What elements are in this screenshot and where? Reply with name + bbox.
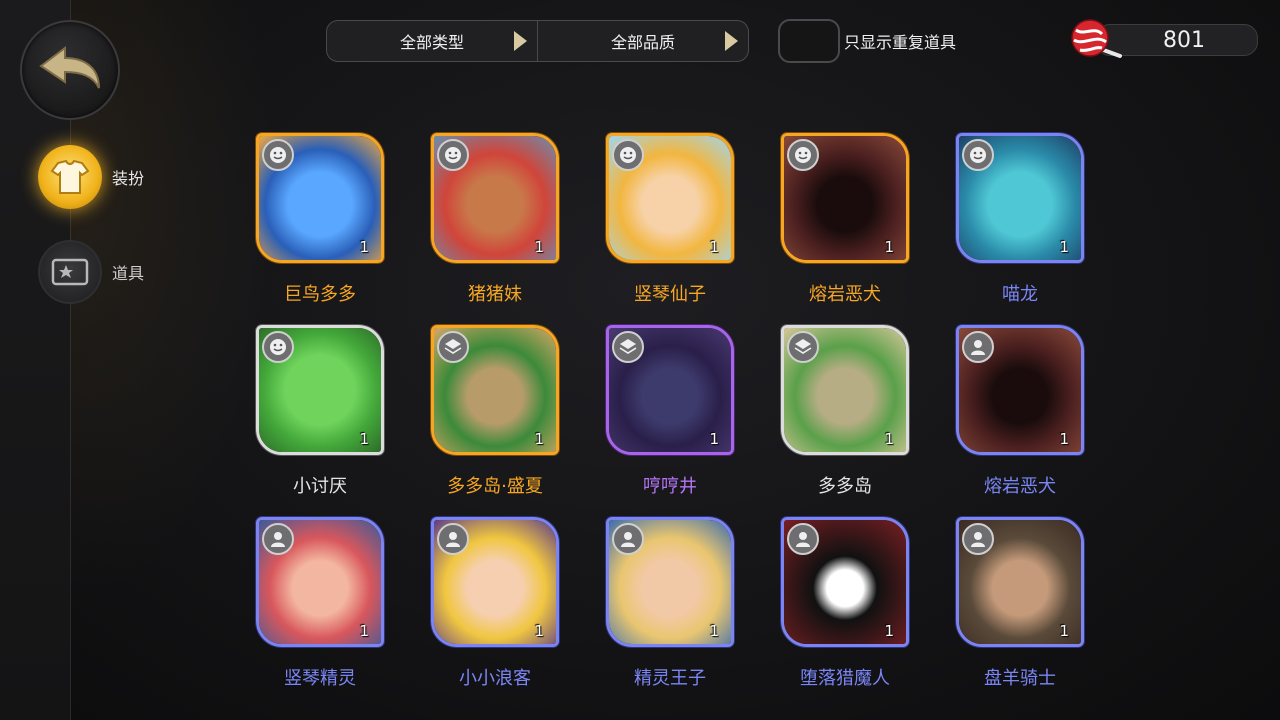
face-icon	[620, 147, 636, 163]
filter-bar: 全部类型 全部品质	[326, 20, 749, 62]
currency-value: 801	[1163, 28, 1205, 53]
item-quantity: 1	[359, 430, 369, 448]
prop-ticket-icon	[38, 240, 102, 304]
board-icon	[794, 339, 812, 354]
item-frame: 1	[606, 133, 734, 263]
face-icon	[270, 339, 286, 355]
item-frame: 1	[431, 325, 559, 455]
item-frame: 1	[956, 517, 1084, 647]
type-badge	[437, 139, 469, 171]
item-frame: 1	[606, 517, 734, 647]
item-quantity: 1	[884, 622, 894, 640]
item-frame: 1	[431, 133, 559, 263]
item-quantity: 1	[884, 430, 894, 448]
item-quantity: 1	[534, 238, 544, 256]
item-name: 盘羊骑士	[984, 668, 1056, 689]
sidebar-item-props[interactable]: 道具	[38, 240, 144, 304]
item-name: 小讨厌	[293, 476, 347, 497]
item-name: 巨鸟多多	[284, 284, 356, 305]
face-icon	[970, 147, 986, 163]
checkbox[interactable]	[778, 19, 840, 63]
type-badge	[962, 523, 994, 555]
item-quantity: 1	[709, 238, 719, 256]
play-arrow-icon	[514, 31, 527, 51]
type-filter-dropdown[interactable]: 全部类型	[327, 21, 537, 61]
type-badge	[962, 331, 994, 363]
type-badge	[262, 331, 294, 363]
item-quantity: 1	[534, 430, 544, 448]
type-badge	[612, 139, 644, 171]
item-name: 多多岛	[818, 476, 872, 497]
item-name: 多多岛·盛夏	[447, 476, 543, 497]
board-icon	[619, 339, 637, 354]
item-name: 精灵王子	[634, 668, 706, 689]
item-name: 竖琴仙子	[634, 284, 706, 305]
item-frame: 1	[781, 325, 909, 455]
avatar-icon	[971, 532, 985, 547]
shirt-icon	[38, 145, 102, 209]
item-quantity: 1	[709, 622, 719, 640]
sidebar-item-costume[interactable]: 装扮	[38, 145, 144, 209]
item-name: 猪猪妹	[468, 284, 522, 305]
item-name: 熔岩恶犬	[809, 284, 881, 305]
type-badge	[962, 139, 994, 171]
item-frame: 1	[781, 517, 909, 647]
item-quantity: 1	[1059, 238, 1069, 256]
item-quantity: 1	[1059, 430, 1069, 448]
item-name: 竖琴精灵	[284, 668, 356, 689]
item-quantity: 1	[884, 238, 894, 256]
type-badge	[437, 331, 469, 363]
avatar-icon	[971, 340, 985, 355]
show-duplicates-toggle[interactable]: 只显示重复道具	[778, 19, 956, 63]
item-frame: 1	[256, 517, 384, 647]
sidebar-item-label: 装扮	[112, 169, 145, 188]
item-name: 喵龙	[1002, 284, 1038, 305]
face-icon	[270, 147, 286, 163]
item-quantity: 1	[534, 622, 544, 640]
back-button[interactable]	[20, 20, 120, 120]
back-arrow-icon	[39, 46, 100, 89]
item-name: 哼哼井	[643, 476, 697, 497]
show-duplicates-label: 只显示重复道具	[844, 33, 957, 52]
face-icon	[445, 147, 461, 163]
type-badge	[612, 523, 644, 555]
avatar-icon	[271, 532, 285, 547]
type-badge	[787, 139, 819, 171]
avatar-icon	[796, 532, 810, 547]
candy-icon	[1071, 19, 1122, 58]
avatar-icon	[446, 532, 460, 547]
avatar-icon	[621, 532, 635, 547]
item-frame: 1	[956, 325, 1084, 455]
item-frame: 1	[256, 133, 384, 263]
type-badge	[262, 139, 294, 171]
item-frame: 1	[606, 325, 734, 455]
item-frame: 1	[256, 325, 384, 455]
item-name: 堕落猎魔人	[800, 668, 890, 689]
quality-filter-dropdown[interactable]: 全部品质	[537, 21, 748, 61]
item-frame: 1	[431, 517, 559, 647]
type-badge	[437, 523, 469, 555]
type-badge	[262, 523, 294, 555]
type-badge	[787, 523, 819, 555]
item-name: 熔岩恶犬	[984, 476, 1056, 497]
item-quantity: 1	[709, 430, 719, 448]
item-quantity: 1	[359, 238, 369, 256]
sidebar-item-label: 道具	[112, 264, 145, 283]
play-arrow-icon	[725, 31, 738, 51]
type-filter-label: 全部类型	[399, 33, 464, 52]
currency-display: 801	[1068, 19, 1258, 58]
item-frame: 1	[956, 133, 1084, 263]
type-badge	[787, 331, 819, 363]
type-badge	[612, 331, 644, 363]
item-quantity: 1	[359, 622, 369, 640]
quality-filter-label: 全部品质	[610, 33, 675, 52]
item-frame: 1	[781, 133, 909, 263]
board-icon	[444, 339, 462, 354]
item-name: 小小浪客	[459, 668, 531, 689]
face-icon	[795, 147, 811, 163]
item-quantity: 1	[1059, 622, 1069, 640]
